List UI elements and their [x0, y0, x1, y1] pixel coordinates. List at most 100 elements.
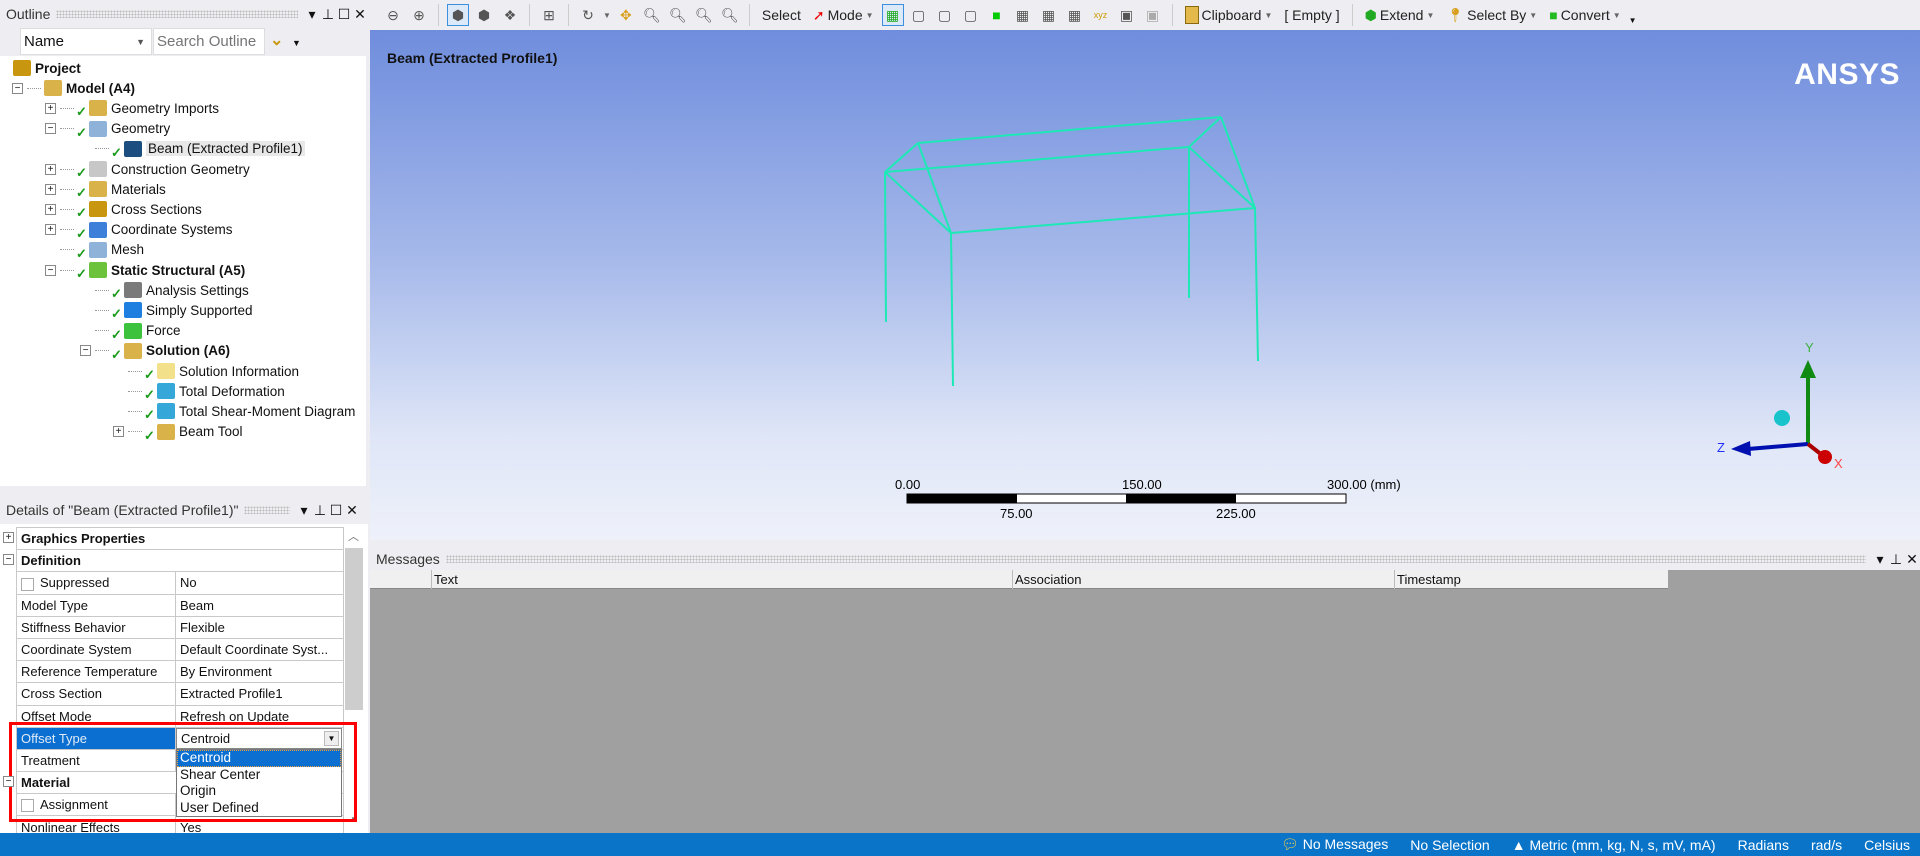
details-row[interactable]: Graphics Properties	[16, 526, 344, 551]
tree-item[interactable]: + ✓ Geometry Imports	[45, 98, 219, 119]
details-row[interactable]: Stiffness Behavior Flexible	[16, 615, 344, 639]
expand-icon[interactable]: +	[113, 426, 124, 438]
expand-icon[interactable]: +	[45, 163, 56, 175]
column-timestamp[interactable]: Timestamp	[1394, 570, 1461, 589]
magnifier-icon[interactable]: 🔍︎	[719, 4, 741, 26]
beam-line[interactable]	[1220, 116, 1256, 209]
clipboard-button[interactable]: Clipboard ▼	[1181, 6, 1277, 24]
tree-item[interactable]: − ✓ Static Structural (A5)	[45, 260, 245, 281]
graphics-viewport[interactable]: Beam (Extracted Profile1) ANSYS 0.00 150…	[370, 30, 1920, 540]
panel-menu-icon[interactable]: ▾	[296, 502, 312, 519]
tree-item[interactable]: + ✓ Materials	[45, 179, 166, 200]
details-row[interactable]: Reference Temperature By Environment	[16, 660, 344, 684]
tree-item[interactable]: − Model (A4)	[12, 78, 135, 98]
scroll-up-icon[interactable]: ︿	[348, 528, 359, 544]
select-vertex-icon[interactable]: ▦	[881, 4, 904, 26]
beam-line[interactable]	[1188, 146, 1256, 209]
label-icon[interactable]: ▣	[1116, 4, 1138, 26]
maximize-icon[interactable]: ☐	[328, 502, 344, 519]
pin-icon[interactable]: ⊥	[320, 6, 336, 23]
column-association[interactable]: Association	[1012, 570, 1081, 589]
beam-line[interactable]	[917, 142, 952, 234]
zoom-next-icon[interactable]: ⊕	[408, 4, 430, 26]
tree-item[interactable]: ✓ Simply Supported	[80, 300, 253, 321]
parameter-checkbox[interactable]	[21, 577, 34, 591]
shaded-icon[interactable]: ⬢	[473, 4, 495, 26]
beam-line[interactable]	[1254, 207, 1259, 362]
zoom-to-fit-icon[interactable]: 🔍︎	[693, 4, 715, 26]
filter-menu-icon[interactable]: ▼	[292, 38, 301, 48]
close-icon[interactable]: ✕	[352, 6, 368, 23]
isometric-view-ball[interactable]	[1774, 410, 1790, 426]
select-face-icon[interactable]: ▢	[934, 4, 956, 26]
panel-menu-icon[interactable]: ▾	[1872, 551, 1888, 568]
select-element-face-icon[interactable]: ▦	[1064, 4, 1086, 26]
shaded-exterior-icon[interactable]: ⬢	[447, 4, 469, 26]
details-row[interactable]: Definition	[16, 549, 344, 573]
tree-item[interactable]: ✓ Beam (Extracted Profile1)	[80, 139, 305, 160]
rotational-velocity-unit[interactable]: rad/s	[1811, 837, 1842, 853]
property-value[interactable]: Beam	[175, 593, 344, 617]
tree-item[interactable]: + ✓ Construction Geometry	[45, 159, 250, 180]
collapse-icon[interactable]: −	[12, 82, 23, 94]
unit-system[interactable]: ▲ Metric (mm, kg, N, s, mV, mA)	[1512, 837, 1716, 853]
tree-item[interactable]: ✓ Total Shear-Moment Diagram	[113, 401, 355, 422]
collapse-icon[interactable]: −	[45, 264, 56, 276]
property-value[interactable]: Default Coordinate Syst...	[175, 637, 344, 662]
coordinate-icon[interactable]: xyz	[1090, 4, 1112, 26]
messages-status[interactable]: 💬︎ No Messages	[1281, 836, 1388, 853]
select-mode-button[interactable]: ➚ Mode ▼	[809, 7, 878, 24]
expand-icon[interactable]: +	[45, 183, 56, 195]
collapse-icon[interactable]: −	[3, 554, 14, 566]
collapse-icon[interactable]: −	[3, 776, 14, 788]
beam-line[interactable]	[917, 116, 1222, 144]
extend-button[interactable]: ⬢ Extend ▼	[1361, 7, 1439, 24]
details-row[interactable]: Model Type Beam	[16, 593, 344, 617]
group-header[interactable]: Definition	[16, 549, 344, 573]
select-mesh-element-icon[interactable]: ▦	[1038, 4, 1060, 26]
property-value[interactable]: No	[175, 571, 344, 595]
details-row[interactable]: Coordinate System Default Coordinate Syst…	[16, 637, 344, 662]
expand-icon[interactable]: +	[45, 102, 56, 114]
zoom-icon[interactable]: 🔍︎	[641, 4, 663, 26]
toolbar-overflow-icon[interactable]: ▼	[1629, 16, 1637, 25]
expand-icon[interactable]: +	[3, 532, 14, 543]
tree-item[interactable]: ✓ Total Deformation	[113, 381, 285, 402]
group-header[interactable]: Graphics Properties	[16, 526, 344, 551]
close-icon[interactable]: ✕	[344, 502, 360, 519]
collapse-icon[interactable]: −	[80, 345, 91, 357]
layout-icon[interactable]: ⊞	[538, 4, 560, 26]
zoom-previous-icon[interactable]: ⊖	[382, 4, 404, 26]
tree-item[interactable]: + ✓ Coordinate Systems	[45, 220, 233, 241]
beam-line[interactable]	[1188, 116, 1222, 148]
annotation-icon[interactable]: ▣	[1142, 4, 1164, 26]
property-value[interactable]: Extracted Profile1	[175, 682, 344, 706]
messages-drag-grip[interactable]	[445, 555, 1866, 563]
pin-icon[interactable]: ⊥	[1888, 551, 1904, 568]
select-edge-icon[interactable]: ▢	[908, 4, 930, 26]
beam-line[interactable]	[884, 171, 952, 234]
messages-list[interactable]	[370, 570, 1920, 833]
wireframe-toggle-icon[interactable]: ❖	[499, 4, 521, 26]
rotate-icon[interactable]: ↻	[577, 4, 599, 26]
select-by-button[interactable]: 📍︎ Select By ▼	[1442, 7, 1541, 24]
outline-filter-select[interactable]: Name ▼	[20, 28, 152, 55]
beam-line[interactable]	[950, 207, 1256, 234]
pan-icon[interactable]: ✥	[615, 4, 637, 26]
select-element-icon[interactable]: ■	[986, 4, 1008, 26]
tree-item[interactable]: ✓ Force	[80, 321, 181, 342]
tree-item[interactable]: ✓ Analysis Settings	[80, 280, 249, 301]
details-row[interactable]: Suppressed No	[16, 571, 344, 595]
expand-icon[interactable]: +	[45, 224, 56, 236]
beam-line[interactable]	[884, 142, 919, 173]
property-value[interactable]: Flexible	[175, 615, 344, 639]
tree-item[interactable]: − ✓ Geometry	[45, 119, 170, 140]
panel-menu-icon[interactable]: ▾	[304, 6, 320, 23]
close-icon[interactable]: ✕	[1904, 551, 1920, 568]
tree-item[interactable]: − ✓ Solution (A6)	[80, 341, 230, 362]
axis-triad[interactable]: Y Z X	[1717, 340, 1843, 471]
beam-line[interactable]	[884, 146, 1190, 173]
beam-line[interactable]	[950, 232, 954, 387]
tree-item[interactable]: + ✓ Cross Sections	[45, 199, 202, 220]
expand-filter-icon[interactable]: ⌄	[270, 30, 283, 50]
